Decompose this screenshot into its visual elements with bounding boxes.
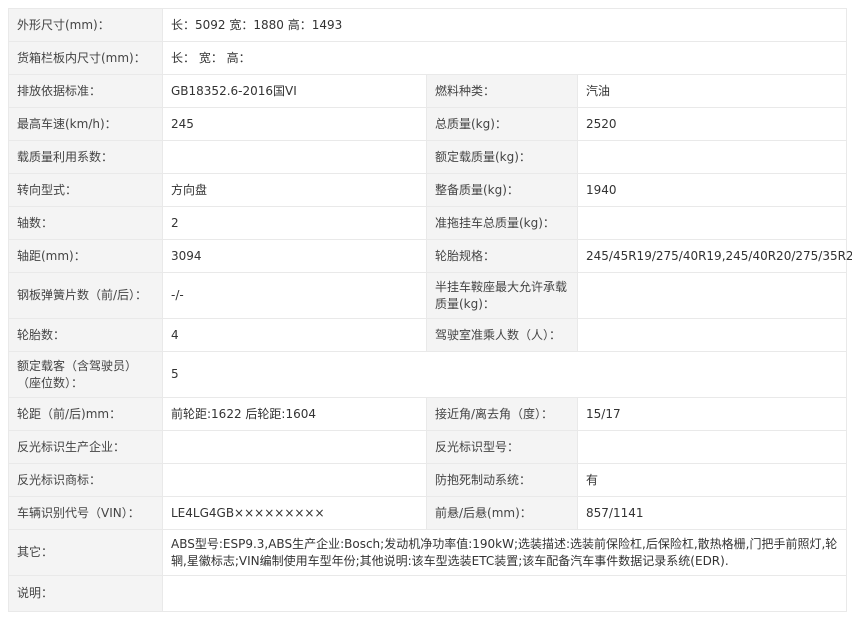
spec-label: 防抱死制动系统： — [426, 463, 578, 497]
spec-label: 钢板弹簧片数（前/后）： — [8, 272, 163, 319]
spec-value: 3094 — [162, 239, 427, 273]
spec-label: 额定载质量(kg)： — [426, 140, 578, 174]
spec-row: 货箱栏板内尺寸(mm)： 长： 宽： 高： — [8, 41, 847, 75]
spec-label: 驾驶室准乘人数（人）： — [426, 318, 578, 352]
spec-label: 接近角/离去角（度）： — [426, 397, 578, 431]
spec-label: 最高车速(km/h)： — [8, 107, 163, 141]
spec-row: 转向型式： 方向盘 整备质量(kg)： 1940 — [8, 173, 847, 207]
spec-label: 轮胎数： — [8, 318, 163, 352]
spec-row: 最高车速(km/h)： 245 总质量(kg)： 2520 — [8, 107, 847, 141]
spec-label: 其它： — [8, 529, 163, 576]
spec-label: 总质量(kg)： — [426, 107, 578, 141]
spec-value: ABS型号:ESP9.3,ABS生产企业:Bosch;发动机净功率值:190kW… — [162, 529, 847, 576]
spec-value — [577, 318, 847, 352]
spec-row: 反光标识生产企业： 反光标识型号： — [8, 430, 847, 464]
spec-label: 货箱栏板内尺寸(mm)： — [8, 41, 163, 75]
spec-value: 1940 — [577, 173, 847, 207]
spec-value: 857/1141 — [577, 496, 847, 530]
spec-label: 转向型式： — [8, 173, 163, 207]
spec-label: 轮胎规格： — [426, 239, 578, 273]
spec-value: 方向盘 — [162, 173, 427, 207]
spec-value — [162, 140, 427, 174]
spec-label: 排放依据标准： — [8, 74, 163, 108]
spec-value: 汽油 — [577, 74, 847, 108]
spec-label: 整备质量(kg)： — [426, 173, 578, 207]
spec-row: 轴数： 2 准拖挂车总质量(kg)： — [8, 206, 847, 240]
spec-value — [577, 272, 847, 319]
vehicle-spec-table: 外形尺寸(mm)： 长：5092 宽：1880 高：1493 货箱栏板内尺寸(mm)… — [8, 8, 852, 612]
spec-label: 前悬/后悬(mm)： — [426, 496, 578, 530]
spec-row: 轴距(mm)： 3094 轮胎规格： 245/45R19/275/40R19,245/… — [8, 239, 852, 273]
spec-row: 其它： ABS型号:ESP9.3,ABS生产企业:Bosch;发动机净功率值:19… — [8, 529, 847, 576]
spec-value — [577, 430, 847, 464]
spec-value: 有 — [577, 463, 847, 497]
spec-label: 轴距(mm)： — [8, 239, 163, 273]
spec-value: LE4LG4GB××××××××× — [162, 496, 427, 530]
spec-value — [162, 463, 427, 497]
spec-label: 说明： — [8, 575, 163, 612]
spec-value — [577, 140, 847, 174]
spec-value: 15/17 — [577, 397, 847, 431]
spec-row: 钢板弹簧片数（前/后）： -/- 半挂车鞍座最大允许承载质量(kg)： — [8, 272, 847, 319]
spec-row: 反光标识商标： 防抱死制动系统：有 — [8, 463, 847, 497]
spec-value — [162, 575, 847, 612]
spec-label: 燃料种类： — [426, 74, 578, 108]
spec-row: 轮胎数： 4 驾驶室准乘人数（人）： — [8, 318, 847, 352]
spec-value: 长： 宽： 高： — [162, 41, 847, 75]
spec-value: 长：5092 宽：1880 高：1493 — [162, 8, 847, 42]
spec-row: 排放依据标准： GB18352.6-2016国VI 燃料种类： 汽油 — [8, 74, 847, 108]
spec-value — [577, 206, 847, 240]
spec-label: 外形尺寸(mm)： — [8, 8, 163, 42]
spec-label: 反光标识商标： — [8, 463, 163, 497]
spec-value: 2 — [162, 206, 427, 240]
spec-label: 反光标识生产企业： — [8, 430, 163, 464]
spec-value: -/- — [162, 272, 427, 319]
spec-value: 前轮距:1622 后轮距:1604 — [162, 397, 427, 431]
spec-label: 轴数： — [8, 206, 163, 240]
spec-value — [162, 430, 427, 464]
spec-row: 说明： — [8, 575, 847, 612]
spec-table-body: 外形尺寸(mm)： 长：5092 宽：1880 高：1493 货箱栏板内尺寸(mm)… — [8, 8, 852, 612]
spec-row: 载质量利用系数： 额定载质量(kg)： — [8, 140, 847, 174]
spec-label: 载质量利用系数： — [8, 140, 163, 174]
spec-label: 轮距（前/后)mm： — [8, 397, 163, 431]
spec-value: 2520 — [577, 107, 847, 141]
spec-label: 额定载客（含驾驶员）（座位数）： — [8, 351, 163, 398]
spec-row: 车辆识别代号（VIN）： LE4LG4GB××××××××× 前悬/后悬(mm)： 8… — [8, 496, 847, 530]
spec-label: 车辆识别代号（VIN）： — [8, 496, 163, 530]
spec-row: 轮距（前/后)mm： 前轮距:1622 后轮距:1604 接近角/离去角（度）： 15… — [8, 397, 847, 431]
spec-label: 反光标识型号： — [426, 430, 578, 464]
spec-value: GB18352.6-2016国VI — [162, 74, 427, 108]
spec-row: 外形尺寸(mm)： 长：5092 宽：1880 高：1493 — [8, 8, 847, 42]
spec-value: 245/45R19/275/40R19,245/40R20/275/35R20 — [577, 239, 852, 273]
spec-value: 245 — [162, 107, 427, 141]
spec-label: 半挂车鞍座最大允许承载质量(kg)： — [426, 272, 578, 319]
spec-value: 5 — [162, 351, 847, 398]
spec-value: 4 — [162, 318, 427, 352]
spec-label: 准拖挂车总质量(kg)： — [426, 206, 578, 240]
spec-row: 额定载客（含驾驶员）（座位数）： 5 — [8, 351, 847, 398]
